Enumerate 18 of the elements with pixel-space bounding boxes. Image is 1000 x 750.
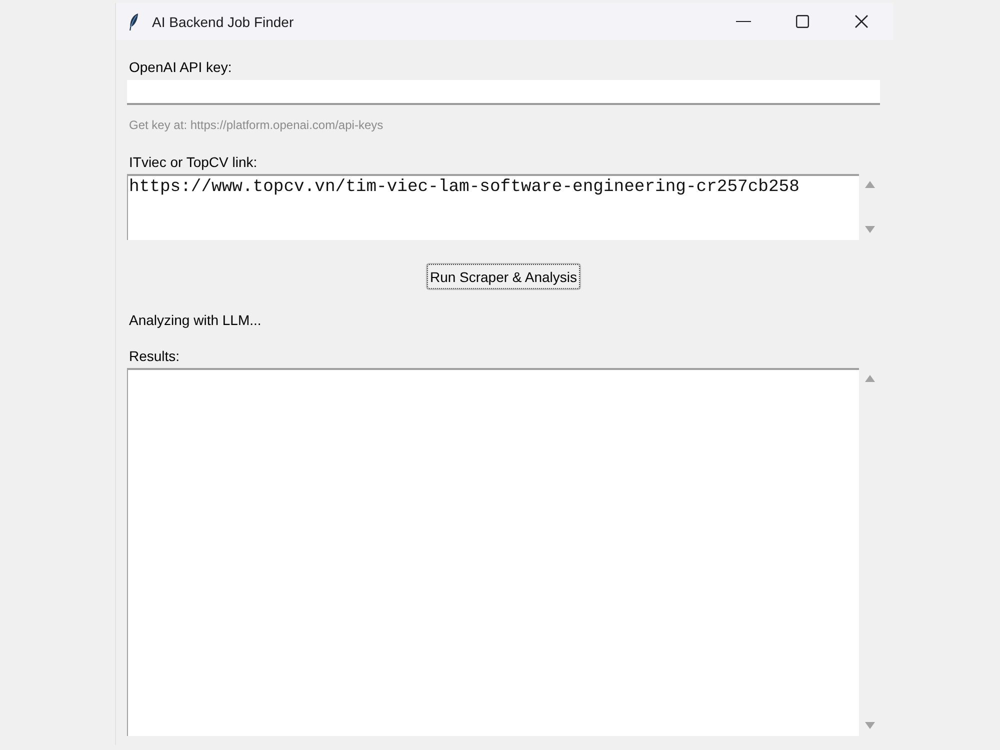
maximize-icon xyxy=(796,15,809,28)
close-icon xyxy=(855,15,868,28)
window-title: AI Backend Job Finder xyxy=(152,14,294,30)
api-key-label: OpenAI API key: xyxy=(128,58,232,76)
link-field[interactable]: https://www.topcv.vn/tim-viec-lam-software-engineering-cr257cb258 xyxy=(127,174,859,240)
status-text: Analyzing with LLM... xyxy=(128,311,262,329)
scroll-down-icon[interactable] xyxy=(864,722,874,729)
results-field[interactable] xyxy=(127,368,859,736)
api-key-field[interactable] xyxy=(127,80,880,105)
minimize-icon xyxy=(736,21,751,22)
results-label: Results: xyxy=(128,347,180,365)
link-label: ITviec or TopCV link: xyxy=(128,153,258,171)
run-scraper-button[interactable]: Run Scraper & Analysis xyxy=(426,263,582,290)
scroll-up-icon[interactable] xyxy=(864,181,874,188)
scroll-down-icon[interactable] xyxy=(864,226,874,233)
feather-icon xyxy=(129,12,139,30)
scroll-up-icon[interactable] xyxy=(864,375,874,382)
api-key-hint: Get key at: https://platform.openai.com/api-keys xyxy=(128,117,384,133)
